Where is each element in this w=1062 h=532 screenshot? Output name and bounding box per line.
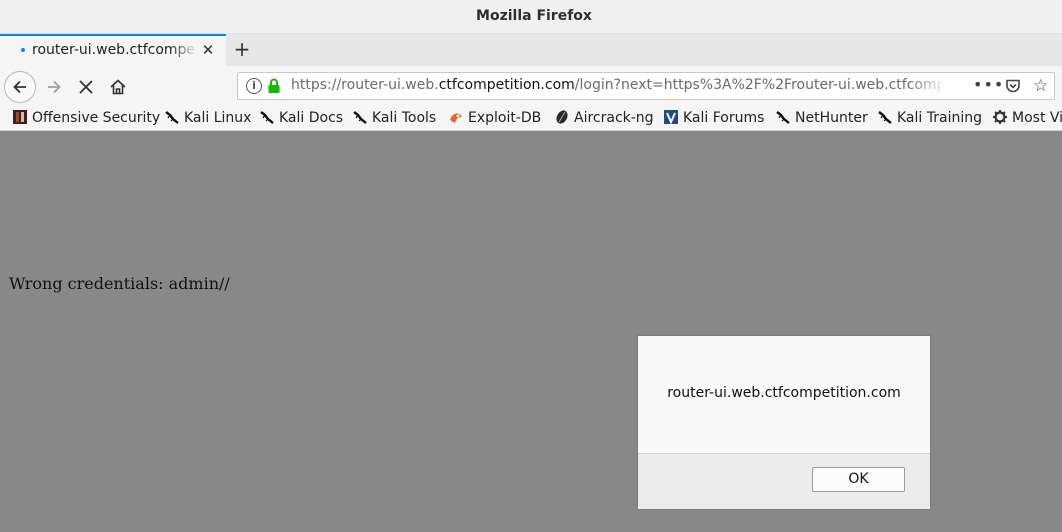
new-tab-icon[interactable]: + — [231, 39, 253, 61]
url-fade — [908, 75, 948, 97]
home-icon — [110, 79, 126, 95]
dialog-footer: OK — [638, 453, 930, 509]
bookmark-label: Aircrack-ng — [574, 110, 654, 126]
kali-dragon-icon — [776, 111, 790, 124]
kali-dragon-icon — [353, 111, 367, 124]
window-title-text: Mozilla Firefox — [476, 8, 592, 24]
back-arrow-icon — [13, 80, 26, 94]
offsec-icon — [13, 110, 27, 124]
aircrack-icon — [556, 110, 568, 124]
window-title: Mozilla Firefox — [0, 8, 1062, 24]
bookmarks-toolbar: Offensive Security Kali Linux Kali Docs … — [0, 106, 1062, 131]
bookmark-label: Kali Forums — [683, 110, 765, 126]
bookmark-aircrack-ng[interactable]: Aircrack-ng — [554, 108, 654, 128]
bookmark-kali-docs[interactable]: Kali Docs — [259, 108, 343, 128]
bookmark-kali-forums[interactable]: Kali Forums — [663, 108, 764, 128]
dialog-message: router-ui.web.ctfcompetition.com — [667, 385, 901, 401]
bookmark-offensive-security[interactable]: Offensive Security — [12, 108, 160, 128]
pocket-icon[interactable] — [1005, 78, 1021, 98]
bookmark-kali-linux[interactable]: Kali Linux — [164, 108, 251, 128]
bookmark-kali-tools[interactable]: Kali Tools — [352, 108, 436, 128]
window-titlebar: Mozilla Firefox — [0, 0, 1062, 34]
bookmark-label: Kali Tools — [372, 110, 437, 126]
bookmark-label: Kali Training — [897, 110, 982, 126]
kali-dragon-icon — [165, 111, 179, 124]
kali-dragon-icon — [260, 111, 274, 124]
bookmark-kali-training[interactable]: Kali Training — [877, 108, 982, 128]
alert-dialog: router-ui.web.ctfcompetition.com OK — [637, 335, 931, 510]
error-message: Wrong credentials: admin// — [9, 274, 230, 293]
ok-button[interactable]: OK — [812, 467, 905, 492]
url-bar[interactable]: i https://router-ui.web.ctfcompetition.c… — [237, 72, 1055, 100]
lock-icon[interactable] — [267, 78, 281, 98]
forward-button[interactable] — [38, 71, 70, 103]
exploitdb-icon — [450, 113, 462, 123]
bookmark-most-visited[interactable]: Most Visited — [992, 108, 1062, 128]
bookmark-label: Most Visited — [1012, 110, 1062, 126]
back-button[interactable] — [4, 71, 36, 103]
url-text[interactable]: https://router-ui.web.ctfcompetition.com… — [291, 77, 941, 93]
bookmark-label: Kali Linux — [184, 110, 252, 126]
bookmark-label: Offensive Security — [32, 110, 161, 126]
loading-dot-icon — [21, 48, 25, 52]
kali-forums-icon — [664, 110, 678, 125]
tab-active[interactable]: router-ui.web.ctfcompetition.com ✕ — [0, 34, 226, 66]
bookmark-label: Kali Docs — [279, 110, 344, 126]
url-domain: ctfcompetition.com — [438, 77, 575, 93]
bookmark-label: NetHunter — [795, 110, 868, 126]
gear-icon — [993, 110, 1007, 124]
home-button[interactable] — [102, 71, 134, 103]
stop-button[interactable] — [70, 71, 102, 103]
bookmark-label: Exploit-DB — [468, 110, 542, 126]
bookmark-star-icon[interactable]: ☆ — [1033, 76, 1048, 96]
forward-arrow-icon — [48, 80, 61, 94]
kali-dragon-icon — [878, 111, 892, 124]
bookmark-nethunter[interactable]: NetHunter — [775, 108, 868, 128]
info-icon[interactable]: i — [246, 78, 262, 94]
close-tab-icon[interactable]: ✕ — [199, 40, 217, 60]
navigation-toolbar: i https://router-ui.web.ctfcompetition.c… — [0, 66, 1062, 106]
url-path: /login?next=https%3A%2F%2Frouter-ui.web.… — [574, 77, 941, 93]
url-prefix: https://router-ui.web. — [291, 77, 439, 93]
page-actions-menu-icon[interactable]: ••• — [973, 75, 1004, 94]
tab-strip: router-ui.web.ctfcompetition.com ✕ — [0, 34, 1062, 66]
bookmark-exploit-db[interactable]: Exploit-DB — [448, 108, 541, 128]
tab-title-fade — [170, 38, 198, 64]
stop-icon — [79, 80, 93, 94]
